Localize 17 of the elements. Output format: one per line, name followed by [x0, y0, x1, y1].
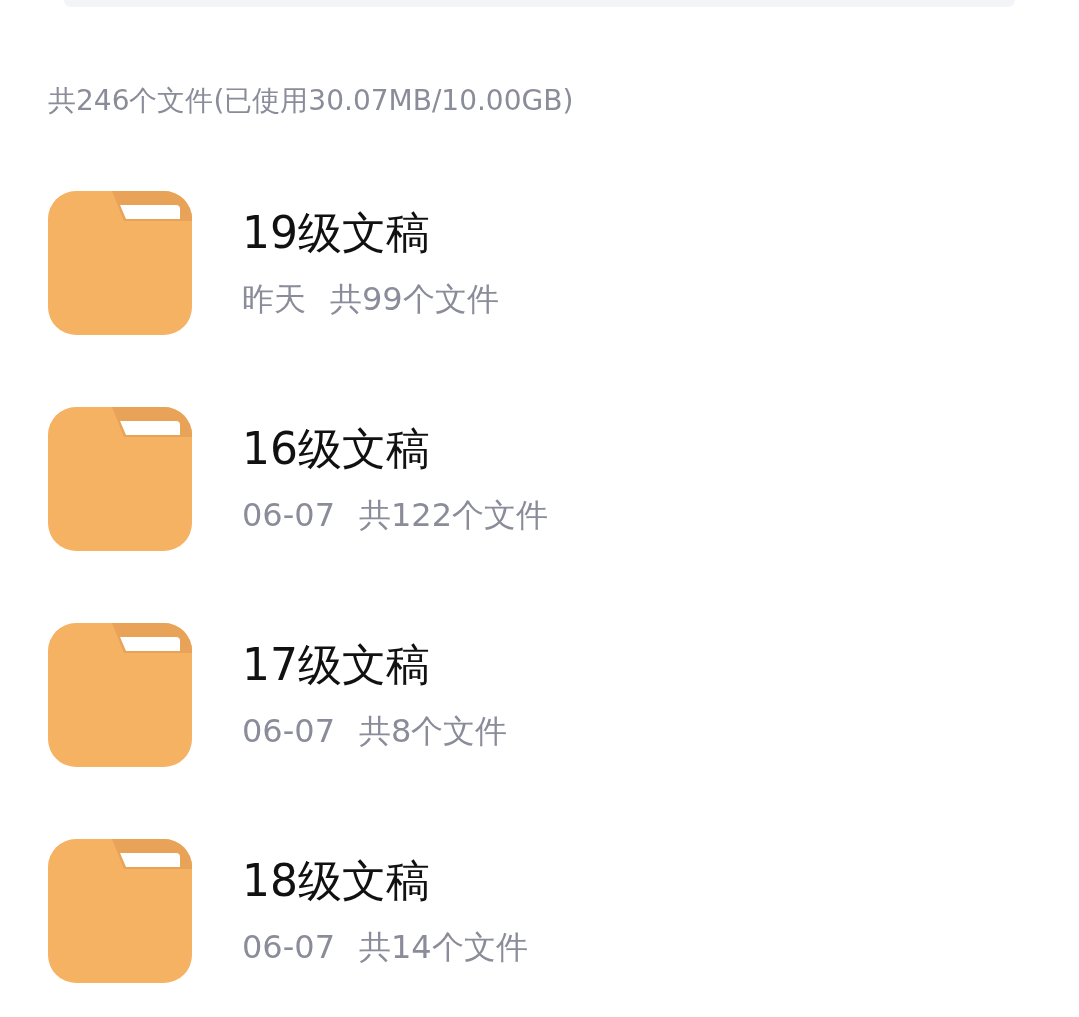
folder-icon[interactable]: [48, 839, 192, 983]
file-count: 共122个文件: [359, 495, 549, 536]
folder-name: 17级文稿: [242, 638, 431, 692]
file-count: 共14个文件: [359, 927, 528, 968]
folder-icon[interactable]: [48, 191, 192, 335]
folder-icon[interactable]: [48, 623, 192, 767]
folder-name: 18级文稿: [242, 854, 431, 908]
modified-date: 昨天: [242, 279, 306, 320]
folder-name: 16级文稿: [242, 422, 431, 476]
file-count: 共8个文件: [359, 711, 508, 752]
modified-date: 06-07: [242, 495, 335, 536]
modified-date: 06-07: [242, 711, 335, 752]
folder-icon[interactable]: [48, 407, 192, 551]
file-count: 共99个文件: [330, 279, 499, 320]
storage-summary: 共246个文件(已使用30.07MB/10.00GB): [48, 83, 575, 119]
modified-date: 06-07: [242, 927, 335, 968]
folder-name: 19级文稿: [242, 206, 431, 260]
